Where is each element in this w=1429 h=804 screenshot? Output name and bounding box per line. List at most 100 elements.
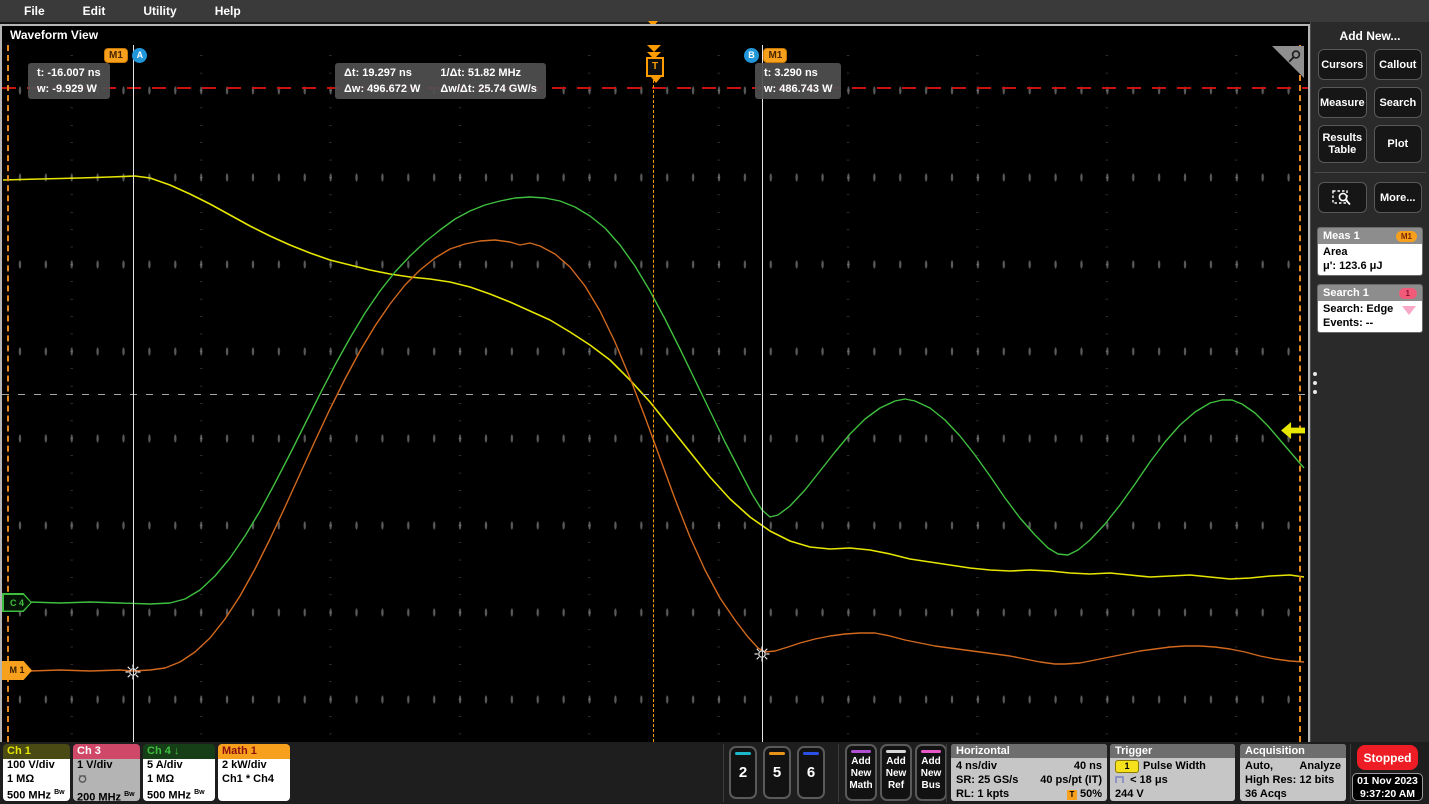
meas1-value: μ': 123.6 μJ [1323, 259, 1417, 273]
menu-utility[interactable]: Utility [143, 4, 176, 18]
magnifier-icon [1287, 49, 1302, 64]
menu-edit[interactable]: Edit [83, 4, 106, 18]
trigger-condition: < 18 μs [1130, 774, 1168, 786]
date: 01 Nov 2023 [1353, 775, 1422, 788]
add-callout-button[interactable]: Callout [1374, 49, 1422, 80]
cursor-b-value: w: 486.743 W [764, 81, 832, 97]
cursor-a-source-badge: M1 [104, 48, 128, 63]
ch4-scale: 5 A/div [147, 759, 211, 773]
sidebar-divider [1314, 172, 1426, 173]
waveform-view-title: Waveform View [10, 28, 98, 42]
bottom-bar-divider [946, 744, 947, 802]
add-cursors-button[interactable]: Cursors [1318, 49, 1367, 80]
acquisition-mode: Auto, [1245, 759, 1273, 773]
search1-results-card[interactable]: Search 1 1 Search: Edge Events: -- [1317, 284, 1423, 333]
ch4-impedance: 1 MΩ [147, 773, 211, 787]
zoom-select-icon [1331, 189, 1353, 207]
channel-5-color-stripe [769, 752, 785, 755]
channel-6-color-stripe [803, 752, 819, 755]
channel-2-color-stripe [735, 752, 751, 755]
cursor-a-line[interactable] [133, 45, 134, 742]
center-graticule-line [2, 394, 1308, 395]
trigger-source-badge: 1 [1115, 760, 1139, 773]
sample-rate: SR: 25 GS/s [956, 773, 1018, 787]
probe-icon [77, 773, 88, 784]
cursor-b-source-badge: M1 [763, 48, 787, 63]
bottom-bar-divider [723, 744, 724, 802]
add-results-table-button[interactable]: Results Table [1318, 125, 1367, 163]
channel-2-button[interactable]: 2 [729, 746, 757, 799]
bottom-bar-divider [1350, 744, 1351, 802]
math1-scale: 2 kW/div [222, 759, 286, 773]
add-search-button[interactable]: Search [1374, 87, 1422, 118]
acquisition-panel[interactable]: Acquisition Auto,Analyze High Res: 12 bi… [1240, 744, 1346, 801]
horizontal-scale: 4 ns/div [956, 759, 997, 773]
meas1-type: Area [1323, 245, 1417, 259]
zoom-select-button[interactable] [1318, 182, 1367, 213]
acquisition-analyze: Analyze [1299, 759, 1341, 773]
meas1-title: Meas 1 [1323, 228, 1360, 244]
record-length: RL: 1 kpts [956, 787, 1009, 801]
ch3-title: Ch 3 [73, 744, 140, 759]
menu-file[interactable]: File [24, 4, 45, 18]
ch4-bandwidth: 500 MHz [147, 790, 191, 801]
cursor-a-badge: A [132, 48, 147, 63]
ch1-bandwidth: 500 MHz [7, 790, 51, 801]
add-measure-button[interactable]: Measure [1318, 87, 1367, 118]
cursor-a-readout: t: -16.007 ns w: -9.929 W [28, 63, 110, 99]
trigger-title: Trigger [1110, 744, 1235, 758]
acquisition-count: 36 Acqs [1245, 787, 1341, 801]
cursor-a-badges[interactable]: M1 A [104, 45, 147, 63]
meas1-results-card[interactable]: Meas 1 M1 Area μ': 123.6 μJ [1317, 227, 1423, 276]
cursor-b-line[interactable] [762, 45, 763, 742]
add-plot-button[interactable]: Plot [1374, 125, 1422, 163]
meas1-source-badge: M1 [1396, 231, 1417, 242]
trigger-position-line [653, 75, 654, 742]
channel-5-button[interactable]: 5 [763, 746, 791, 799]
time: 9:37:20 AM [1353, 788, 1422, 801]
cursor-b-badge: B [744, 48, 759, 63]
bw-limit-icon: Bw [54, 789, 65, 796]
ch4-handle-label: C 4 [4, 595, 31, 611]
math1-badge[interactable]: Math 1 2 kW/div Ch1 * Ch4 [218, 744, 290, 801]
measurement-gate-line [2, 87, 1308, 89]
math1-expression: Ch1 * Ch4 [222, 773, 286, 787]
add-new-heading: Add New... [1311, 22, 1429, 49]
math-color-stripe [851, 750, 871, 753]
add-new-math-button[interactable]: AddNewMath [845, 744, 877, 801]
cursor-b-badges[interactable]: B M1 [744, 45, 787, 63]
ch1-badge[interactable]: Ch 1 100 V/div 1 MΩ 500 MHz Bw [3, 744, 70, 801]
cursor-b-readout: t: 3.290 ns w: 486.743 W [755, 63, 841, 99]
delta-w: Δw: 496.672 W [344, 81, 420, 97]
ch3-scale: 1 V/div [77, 759, 136, 773]
trigger-panel[interactable]: Trigger 1Pulse Width < 18 μs 244 V [1110, 744, 1235, 801]
horizontal-title: Horizontal [951, 744, 1107, 758]
run-stop-button[interactable]: Stopped [1357, 745, 1418, 770]
delta-t: Δt: 19.297 ns [344, 65, 420, 81]
more-button[interactable]: More... [1374, 182, 1423, 213]
resolution: 40 ps/pt (IT) [1040, 773, 1102, 787]
cursor-a-time: t: -16.007 ns [37, 65, 101, 81]
channel-6-button[interactable]: 6 [797, 746, 825, 799]
waveform-plot-area[interactable]: T M1 A B M1 t: -16.007 ns w: -9.929 W Δt… [2, 45, 1308, 742]
pulse-width-icon [1115, 774, 1127, 784]
add-new-bus-button[interactable]: AddNewBus [915, 744, 947, 801]
ch1-scale: 100 V/div [7, 759, 66, 773]
ch3-badge[interactable]: Ch 3 1 V/div 200 MHz Bw [73, 744, 140, 801]
waveform-view: Waveform View T M1 A B M1 t: -16.007 ns … [0, 24, 1310, 742]
add-new-ref-button[interactable]: AddNewRef [880, 744, 912, 801]
ch4-badge[interactable]: Ch 4 ↓ 5 A/div 1 MΩ 500 MHz Bw [143, 744, 215, 801]
menu-help[interactable]: Help [215, 4, 241, 18]
panel-drag-handle[interactable] [1313, 372, 1317, 394]
search1-title: Search 1 [1323, 285, 1369, 301]
ch4-title: Ch 4 [147, 745, 171, 757]
cursor-delta-readout: Δt: 19.297 ns 1/Δt: 51.82 MHz Δw: 496.67… [335, 63, 546, 99]
bw-limit-icon: Bw [194, 789, 205, 796]
date-time-display: 01 Nov 2023 9:37:20 AM [1352, 773, 1423, 801]
trigger-t-flag[interactable]: T [646, 57, 664, 77]
ch4-trigger-arrow-icon: ↓ [174, 745, 180, 757]
horizontal-panel[interactable]: Horizontal 4 ns/div40 ns SR: 25 GS/s40 p… [951, 744, 1107, 801]
trigger-chevron-icon [647, 45, 661, 52]
cursor-a-value: w: -9.929 W [37, 81, 101, 97]
math1-handle-label: M 1 [9, 665, 24, 675]
